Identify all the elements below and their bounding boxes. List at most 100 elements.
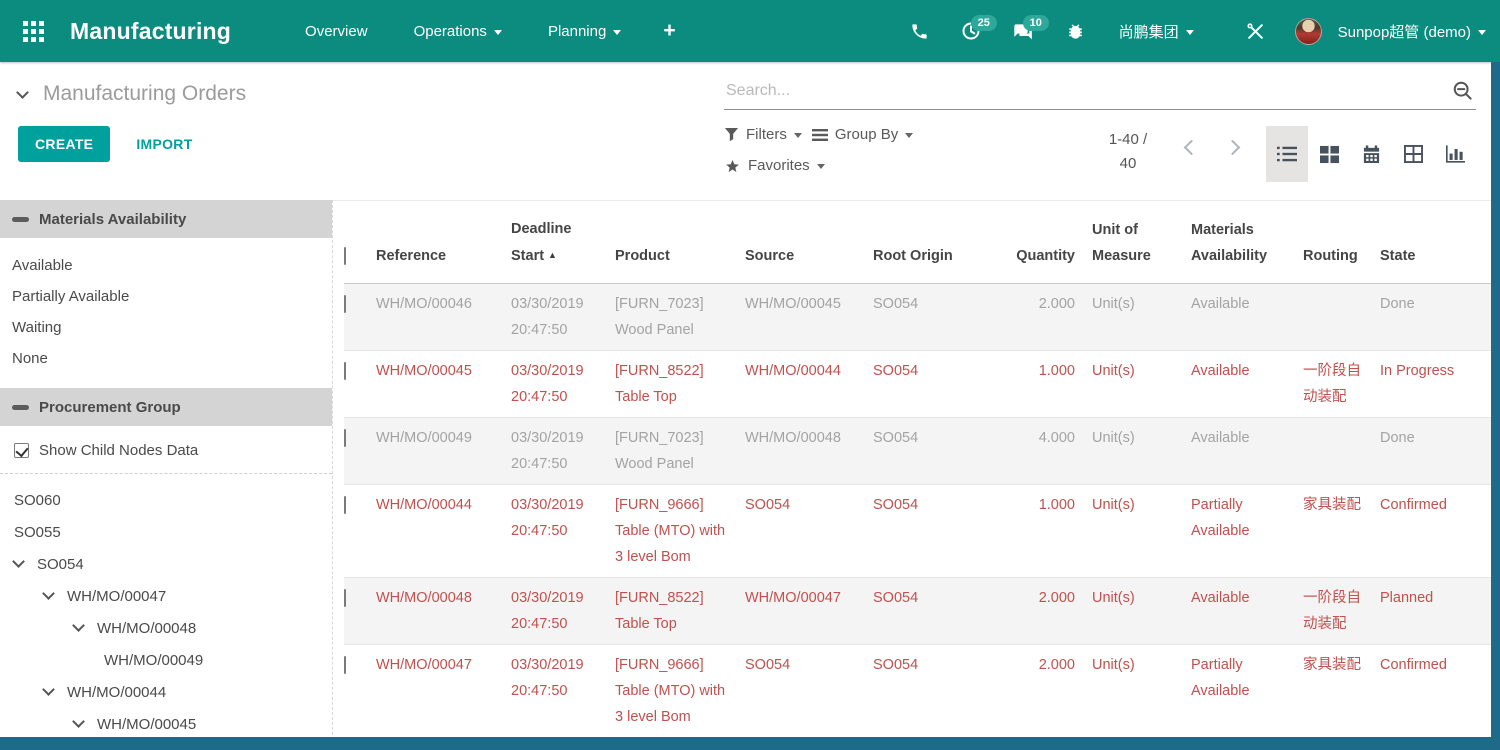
cell-deadline: 03/30/2019 20:47:50 [511, 351, 615, 417]
show-child-nodes-checkbox[interactable] [14, 443, 29, 458]
col-unit-of-measure[interactable]: Unit of Measure [1080, 217, 1184, 269]
table-row[interactable]: WH/MO/00044 03/30/2019 20:47:50 [FURN_96… [344, 485, 1500, 578]
import-button[interactable]: IMPORT [136, 136, 192, 152]
graph-view-button[interactable] [1434, 126, 1476, 182]
cell-routing: 一阶段自动装配 [1296, 578, 1373, 644]
col-source[interactable]: Source [745, 243, 873, 269]
cell-reference: WH/MO/00047 [376, 645, 511, 685]
tree-item-wh-mo-00045[interactable]: WH/MO/00045 [0, 708, 332, 740]
cell-root-origin: SO054 [873, 284, 993, 324]
show-child-nodes-checkbox-row[interactable]: Show Child Nodes Data [0, 426, 332, 471]
sidebar-item-available[interactable]: Available [0, 250, 332, 281]
tree-item-wh-mo-00044[interactable]: WH/MO/00044 [0, 676, 332, 708]
chevron-down-icon[interactable] [72, 619, 85, 632]
messages-icon[interactable]: 10 [1001, 13, 1046, 49]
cell-root-origin: SO054 [873, 485, 993, 525]
search-facets: Filters Group By Favorites [724, 126, 979, 182]
row-checkbox[interactable] [344, 295, 346, 313]
filters-dropdown[interactable]: Filters [724, 126, 802, 143]
row-checkbox[interactable] [344, 656, 346, 674]
row-checkbox[interactable] [344, 589, 346, 607]
kanban-view-icon [1320, 145, 1339, 164]
cell-routing [1296, 418, 1373, 432]
activities-clock-icon[interactable]: 25 [949, 13, 993, 49]
chevron-down-icon[interactable] [42, 587, 55, 600]
col-root-origin[interactable]: Root Origin [873, 243, 993, 269]
tree-item-wh-mo-00049[interactable]: WH/MO/00049 [0, 644, 332, 676]
cell-deadline: 03/30/2019 20:47:50 [511, 284, 615, 350]
list-view-button[interactable] [1266, 126, 1308, 182]
sidebar-section-procurement-group[interactable]: Procurement Group [0, 388, 332, 426]
sidebar-section-materials-availability[interactable]: Materials Availability [0, 200, 332, 238]
breadcrumb-chevron-icon[interactable] [16, 86, 29, 99]
table-row[interactable]: WH/MO/00046 03/30/2019 20:47:50 [FURN_70… [344, 284, 1500, 351]
chevron-down-icon[interactable] [12, 555, 25, 568]
cell-state: In Progress [1373, 351, 1463, 391]
table-row[interactable]: WH/MO/00045 03/30/2019 20:47:50 [FURN_85… [344, 351, 1500, 418]
phone-icon[interactable] [898, 14, 941, 49]
sidebar-item-partially-available[interactable]: Partially Available [0, 281, 332, 312]
cell-state: Confirmed [1373, 485, 1463, 525]
user-avatar[interactable] [1295, 18, 1322, 45]
sidebar-item-waiting[interactable]: Waiting [0, 312, 332, 343]
cell-reference: WH/MO/00045 [376, 351, 511, 391]
cell-source: WH/MO/00045 [745, 284, 873, 324]
table-row[interactable]: WH/MO/00047 03/30/2019 20:47:50 [FURN_96… [344, 645, 1500, 738]
tree-item-wh-mo-00048[interactable]: WH/MO/00048 [0, 612, 332, 644]
cell-routing: 一阶段自动装配 [1296, 351, 1373, 417]
row-checkbox[interactable] [344, 496, 346, 514]
cell-source: WH/MO/00047 [745, 578, 873, 618]
menu-overview[interactable]: Overview [291, 13, 382, 50]
search-input[interactable] [726, 82, 1452, 100]
col-quantity[interactable]: Quantity [993, 243, 1080, 269]
search-magnifier-icon[interactable] [1452, 80, 1474, 102]
pivot-view-button[interactable] [1392, 126, 1434, 182]
bug-icon[interactable] [1054, 14, 1097, 49]
col-product[interactable]: Product [615, 243, 745, 269]
chevron-down-icon[interactable] [72, 715, 85, 728]
cell-uom: Unit(s) [1080, 284, 1184, 324]
cell-uom: Unit(s) [1080, 578, 1184, 618]
pager-next-icon[interactable] [1225, 140, 1241, 156]
col-deadline-start[interactable]: Deadline Start▲ [511, 216, 615, 269]
cell-deadline: 03/30/2019 20:47:50 [511, 485, 615, 551]
company-switcher[interactable]: 尚鹏集团 [1105, 11, 1208, 52]
tree-item-so060[interactable]: SO060 [0, 484, 332, 516]
cell-product: [FURN_8522] Table Top [615, 578, 745, 644]
cell-product: [FURN_9666] Table (MTO) with 3 level Bom [615, 645, 745, 737]
tree-item-wh-mo-00047[interactable]: WH/MO/00047 [0, 580, 332, 612]
row-checkbox[interactable] [344, 429, 346, 447]
table-row[interactable]: WH/MO/00049 03/30/2019 20:47:50 [FURN_70… [344, 418, 1500, 485]
tree-item-so054[interactable]: SO054 [0, 548, 332, 580]
apps-grid-icon[interactable] [18, 16, 48, 46]
col-reference[interactable]: Reference [376, 243, 511, 269]
table-row[interactable]: WH/MO/00048 03/30/2019 20:47:50 [FURN_85… [344, 578, 1500, 645]
menu-operations[interactable]: Operations [400, 13, 516, 50]
chevron-down-icon[interactable] [42, 683, 55, 696]
top-navbar: Manufacturing Overview Operations Planni… [0, 0, 1500, 62]
tools-icon[interactable] [1234, 14, 1277, 49]
cell-deadline: 03/30/2019 20:47:50 [511, 418, 615, 484]
calendar-view-button[interactable] [1350, 126, 1392, 182]
group-by-dropdown[interactable]: Group By [812, 126, 913, 143]
cell-state: Done [1373, 284, 1463, 324]
pager-previous-icon[interactable] [1184, 140, 1200, 156]
select-all-checkbox[interactable] [344, 247, 346, 265]
cell-source: SO054 [745, 485, 873, 525]
sidebar-item-none[interactable]: None [0, 343, 332, 374]
kanban-view-button[interactable] [1308, 126, 1350, 182]
chevron-down-icon [1186, 30, 1194, 35]
tree-item-so055[interactable]: SO055 [0, 516, 332, 548]
user-menu[interactable]: Sunpop超管 (demo) [1338, 21, 1486, 42]
favorites-dropdown[interactable]: Favorites [724, 157, 825, 174]
col-routing[interactable]: Routing [1296, 243, 1373, 269]
quick-add-button[interactable]: + [653, 15, 685, 47]
create-button[interactable]: CREATE [18, 126, 110, 162]
row-checkbox[interactable] [344, 362, 346, 380]
menu-planning[interactable]: Planning [534, 13, 635, 50]
app-title[interactable]: Manufacturing [70, 18, 231, 45]
cell-source: WH/MO/00048 [745, 418, 873, 458]
cell-deadline: 03/30/2019 20:47:50 [511, 645, 615, 711]
col-materials-availability[interactable]: Materials Availability [1184, 217, 1296, 269]
col-state[interactable]: State [1373, 243, 1463, 269]
